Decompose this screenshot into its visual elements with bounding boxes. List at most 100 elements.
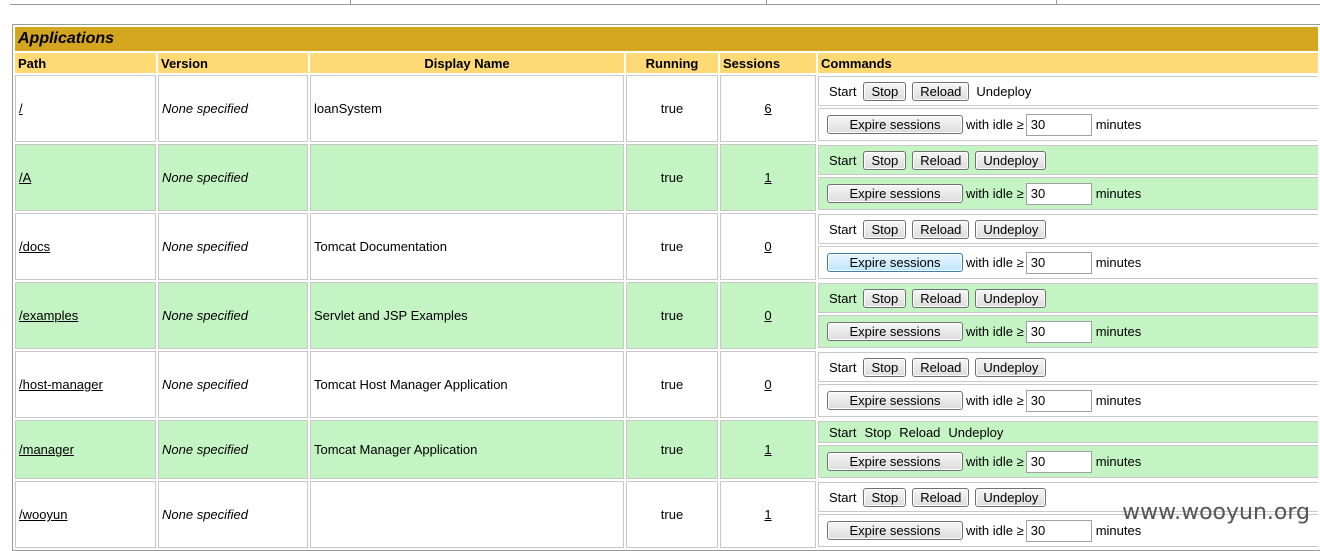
- applications-title: Applications: [15, 27, 1318, 51]
- undeploy-button[interactable]: Undeploy: [975, 219, 1047, 239]
- running-cell: true: [626, 481, 718, 548]
- undeploy-text: Undeploy: [976, 83, 1032, 99]
- commands-cell: Start Stop Reload Undeploy Expire sessio…: [818, 75, 1318, 142]
- table-row: /docs None specified Tomcat Documentatio…: [15, 213, 1318, 280]
- start-text: Start: [829, 489, 857, 505]
- sessions-cell: 0: [720, 213, 816, 280]
- stop-button[interactable]: Stop: [863, 219, 907, 239]
- display-name-cell: Servlet and JSP Examples: [310, 282, 624, 349]
- path-link[interactable]: /host-manager: [19, 377, 103, 392]
- undeploy-button[interactable]: Undeploy: [975, 288, 1047, 308]
- reload-button[interactable]: Reload: [912, 81, 970, 101]
- path-cell: /wooyun: [15, 481, 156, 548]
- idle-minutes-input[interactable]: [1025, 182, 1092, 205]
- path-link[interactable]: /examples: [19, 308, 78, 323]
- sessions-link[interactable]: 1: [764, 442, 771, 457]
- expire-sessions-button[interactable]: Expire sessions: [827, 253, 963, 272]
- display-name-cell: Tomcat Host Manager Application: [310, 351, 624, 418]
- reload-button[interactable]: Reload: [912, 288, 970, 308]
- expire-sessions-button[interactable]: Expire sessions: [827, 391, 963, 410]
- expire-sessions-button[interactable]: Expire sessions: [827, 521, 963, 540]
- path-cell: /: [15, 75, 156, 142]
- idle-minutes-input[interactable]: [1025, 450, 1092, 473]
- path-link[interactable]: /manager: [19, 442, 74, 457]
- display-name-cell: [310, 481, 624, 548]
- reload-button[interactable]: Reload: [912, 357, 970, 377]
- header-path: Path: [15, 53, 156, 73]
- sessions-cell: 6: [720, 75, 816, 142]
- minutes-label: minutes: [1095, 186, 1142, 201]
- version-cell: None specified: [158, 144, 308, 211]
- path-link[interactable]: /: [19, 101, 23, 116]
- idle-minutes-input[interactable]: [1025, 389, 1092, 412]
- table-row: / None specified loanSystem true 6 Start…: [15, 75, 1318, 142]
- start-text: Start: [829, 83, 857, 99]
- reload-button[interactable]: Reload: [912, 219, 970, 239]
- sessions-link[interactable]: 1: [764, 170, 771, 185]
- idle-minutes-input[interactable]: [1025, 320, 1092, 343]
- running-cell: true: [626, 420, 718, 479]
- with-idle-label: with idle ≥: [966, 324, 1024, 339]
- with-idle-label: with idle ≥: [966, 393, 1024, 408]
- stop-button[interactable]: Stop: [863, 357, 907, 377]
- sessions-link[interactable]: 1: [764, 507, 771, 522]
- sessions-link[interactable]: 0: [764, 308, 771, 323]
- sessions-cell: 1: [720, 144, 816, 211]
- minutes-label: minutes: [1095, 117, 1142, 132]
- idle-minutes-input[interactable]: [1025, 113, 1092, 136]
- undeploy-button[interactable]: Undeploy: [975, 487, 1047, 507]
- reload-button[interactable]: Reload: [912, 487, 970, 507]
- sessions-link[interactable]: 6: [764, 101, 771, 116]
- expire-sessions-button[interactable]: Expire sessions: [827, 452, 963, 471]
- version-cell: None specified: [158, 213, 308, 280]
- applications-table: Applications Path Version Display Name R…: [12, 24, 1320, 551]
- undeploy-text: Undeploy: [948, 424, 1004, 440]
- idle-minutes-input[interactable]: [1025, 251, 1092, 274]
- table-row: /host-manager None specified Tomcat Host…: [15, 351, 1318, 418]
- path-cell: /A: [15, 144, 156, 211]
- stop-button[interactable]: Stop: [863, 81, 907, 101]
- sessions-cell: 0: [720, 282, 816, 349]
- commands-cell: Start Stop Reload Undeploy Expire sessio…: [818, 420, 1318, 479]
- path-link[interactable]: /A: [19, 170, 31, 185]
- minutes-label: minutes: [1095, 454, 1142, 469]
- with-idle-label: with idle ≥: [966, 186, 1024, 201]
- stop-button[interactable]: Stop: [863, 288, 907, 308]
- path-cell: /examples: [15, 282, 156, 349]
- running-cell: true: [626, 282, 718, 349]
- minutes-label: minutes: [1095, 324, 1142, 339]
- start-text: Start: [829, 424, 857, 440]
- header-sessions: Sessions: [720, 53, 816, 73]
- with-idle-label: with idle ≥: [966, 454, 1024, 469]
- running-cell: true: [626, 144, 718, 211]
- undeploy-button[interactable]: Undeploy: [975, 150, 1047, 170]
- running-cell: true: [626, 213, 718, 280]
- display-name-cell: loanSystem: [310, 75, 624, 142]
- path-link[interactable]: /docs: [19, 239, 50, 254]
- start-text: Start: [829, 152, 857, 168]
- version-cell: None specified: [158, 75, 308, 142]
- start-text: Start: [829, 290, 857, 306]
- path-link[interactable]: /wooyun: [19, 507, 67, 522]
- sessions-cell: 1: [720, 420, 816, 479]
- reload-button[interactable]: Reload: [912, 150, 970, 170]
- expire-sessions-button[interactable]: Expire sessions: [827, 184, 963, 203]
- with-idle-label: with idle ≥: [966, 523, 1024, 538]
- idle-minutes-input[interactable]: [1025, 519, 1092, 542]
- stop-text: Stop: [864, 424, 892, 440]
- minutes-label: minutes: [1095, 255, 1142, 270]
- stop-button[interactable]: Stop: [863, 487, 907, 507]
- version-cell: None specified: [158, 351, 308, 418]
- path-cell: /manager: [15, 420, 156, 479]
- commands-cell: Start Stop Reload Undeploy Expire sessio…: [818, 282, 1318, 349]
- running-cell: true: [626, 351, 718, 418]
- expire-sessions-button[interactable]: Expire sessions: [827, 115, 963, 134]
- sessions-link[interactable]: 0: [764, 377, 771, 392]
- stop-button[interactable]: Stop: [863, 150, 907, 170]
- sessions-link[interactable]: 0: [764, 239, 771, 254]
- version-cell: None specified: [158, 420, 308, 479]
- previous-table-bottom: [10, 0, 1320, 5]
- undeploy-button[interactable]: Undeploy: [975, 357, 1047, 377]
- expire-sessions-button[interactable]: Expire sessions: [827, 322, 963, 341]
- header-version: Version: [158, 53, 308, 73]
